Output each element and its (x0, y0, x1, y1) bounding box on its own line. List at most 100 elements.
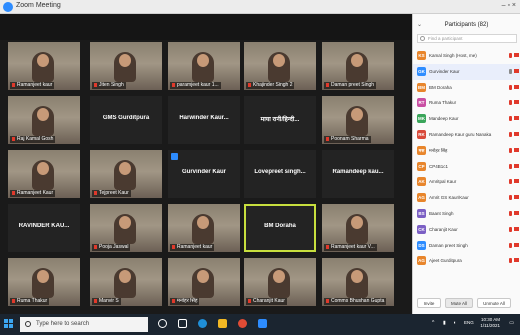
video-off-icon[interactable] (514, 226, 519, 231)
tile-name-text: Ramanjeet kaur (17, 82, 53, 88)
video-tile[interactable]: GMS Gurditpura (90, 96, 162, 144)
video-tile[interactable]: Khajinder Singh 2 (244, 42, 316, 90)
mic-icon[interactable] (509, 163, 512, 169)
video-tile[interactable]: Jiten Singh (90, 42, 162, 90)
participants-title: Participants (82) (444, 22, 489, 28)
participant-name: Gurvinder Kaur (429, 68, 460, 74)
video-off-icon[interactable] (514, 68, 519, 73)
video-tile[interactable]: Lovepreet singh... (244, 150, 316, 198)
participant-row[interactable]: BS Baant Singh (413, 206, 520, 222)
video-tile[interactable]: Tejpreet Kaur (90, 150, 162, 198)
window-controls[interactable]: – ▫ × (502, 2, 516, 9)
video-off-icon[interactable] (514, 242, 519, 247)
task-view-icon[interactable] (178, 319, 187, 328)
video-tile[interactable]: Ramanjeet Kaur (8, 150, 80, 198)
video-off-icon[interactable] (514, 163, 519, 168)
tile-name-label: Ramanjeet kaur V... (324, 244, 377, 251)
mic-icon[interactable] (509, 68, 512, 74)
video-off-icon[interactable] (514, 100, 519, 105)
video-tile[interactable]: माया रानी/हिन्दी... (244, 96, 316, 144)
taskbar-search-input[interactable]: Type here to search (20, 317, 148, 332)
video-tile[interactable]: Ramanjeet kaur V... (322, 204, 394, 252)
participant-name: Mandeep Kaur (429, 116, 459, 122)
mic-icon[interactable] (509, 147, 512, 153)
video-off-icon[interactable] (514, 84, 519, 89)
mic-icon[interactable] (509, 210, 512, 216)
video-tile[interactable]: मनोहर सिंह (168, 258, 240, 306)
video-tile[interactable]: Ruma Thakur (8, 258, 80, 306)
video-tile[interactable]: Daman preet Singh (322, 42, 394, 90)
notification-icon[interactable]: ▭ (509, 320, 514, 326)
participant-row[interactable]: CK Charanjit Kaur (413, 222, 520, 238)
taskbar-clock[interactable]: 10:30 AM 1/11/2021 (480, 317, 500, 329)
participant-row[interactable]: AG Ajeet Gurditpura (413, 253, 520, 269)
video-off-icon[interactable] (514, 195, 519, 200)
participant-row[interactable]: RT Ruma Thakur (413, 95, 520, 111)
mute-all-button[interactable]: Mute All (445, 298, 473, 308)
participant-row[interactable]: BM BM Doraha (413, 80, 520, 96)
mic-icon[interactable] (509, 195, 512, 201)
video-tile[interactable]: Harwinder Kaur... (168, 96, 240, 144)
language-indicator[interactable]: ENG (464, 320, 474, 325)
search-icon (420, 36, 425, 41)
participant-row[interactable]: मस मनोहर सिंह (413, 143, 520, 159)
video-tile[interactable]: Manvir S (90, 258, 162, 306)
mic-icon[interactable] (509, 100, 512, 106)
participant-avatar: GK (417, 66, 426, 76)
participant-row[interactable]: MK Mandeep Kaur (413, 111, 520, 127)
participant-row[interactable]: CP CP4B1c1 (413, 159, 520, 175)
mic-icon[interactable] (509, 179, 512, 185)
participant-row[interactable]: RK Ramandeep Kaur guru Nanaka (413, 127, 520, 143)
video-off-icon[interactable] (514, 258, 519, 263)
muted-mic-icon (94, 83, 97, 87)
mic-icon[interactable] (509, 53, 512, 58)
video-off-icon[interactable] (514, 116, 519, 121)
participant-row[interactable]: GK Gurvinder Kaur (413, 63, 520, 80)
mic-icon[interactable] (509, 131, 512, 137)
muted-mic-icon (326, 299, 329, 303)
chrome-icon[interactable] (238, 319, 247, 328)
video-off-icon[interactable] (514, 147, 519, 152)
video-tile[interactable]: Charanjit Kaur (244, 258, 316, 306)
participant-avatar: RT (417, 98, 426, 108)
mic-icon[interactable] (509, 242, 512, 248)
mic-icon[interactable] (509, 258, 512, 264)
video-off-icon[interactable] (514, 53, 519, 57)
volume-icon[interactable]: ◖ (453, 320, 456, 326)
participant-search-input[interactable]: Find a participant (417, 34, 517, 43)
video-off-icon[interactable] (514, 210, 519, 215)
video-tile[interactable]: Pooja Jaswal (90, 204, 162, 252)
network-icon[interactable]: ▮ (443, 320, 446, 326)
video-tile[interactable]: Ramanjeet kaur (8, 42, 80, 90)
file-explorer-icon[interactable] (218, 319, 227, 328)
zoom-taskbar-icon[interactable] (258, 319, 267, 328)
participant-face (273, 54, 285, 67)
participant-row[interactable]: KS Kamal Singh (Host, me) (413, 48, 520, 64)
participant-avatar: RK (417, 129, 426, 139)
tray-chevron-icon[interactable]: ^ (432, 320, 434, 326)
participant-row[interactable]: AG Amrit GS Kaur/Kaur (413, 190, 520, 206)
participant-row[interactable]: AK Amritpal Kaur (413, 174, 520, 190)
mic-icon[interactable] (509, 84, 512, 90)
participant-row[interactable]: DS Daman preet Singh (413, 238, 520, 254)
unmute-all-button[interactable]: Unmute All (477, 298, 511, 308)
video-tile[interactable]: RAVINDER KAU... (8, 204, 80, 252)
video-tile[interactable]: paramjeet kaur 1... (168, 42, 240, 90)
video-off-icon[interactable] (514, 131, 519, 136)
windows-start-icon[interactable] (4, 319, 14, 329)
participant-face (37, 162, 49, 175)
cortana-icon[interactable] (158, 319, 167, 328)
video-tile[interactable]: Ramanjeet kaur (168, 204, 240, 252)
video-tile[interactable]: Raj Kamal Gosh (8, 96, 80, 144)
video-tile[interactable]: Gurvinder Kaur (168, 150, 240, 198)
mic-icon[interactable] (509, 226, 512, 232)
invite-button[interactable]: Invite (417, 298, 441, 308)
video-tile[interactable]: Poonam Sharma (322, 96, 394, 144)
mic-icon[interactable] (509, 116, 512, 122)
edge-icon[interactable] (198, 319, 207, 328)
video-off-icon[interactable] (514, 179, 519, 184)
tile-name-label: Comms Bhushan Gupta (324, 298, 387, 305)
video-tile[interactable]: Comms Bhushan Gupta (322, 258, 394, 306)
video-tile[interactable]: Ramandeep kau... (322, 150, 394, 198)
video-tile[interactable]: BM Doraha (244, 204, 316, 252)
